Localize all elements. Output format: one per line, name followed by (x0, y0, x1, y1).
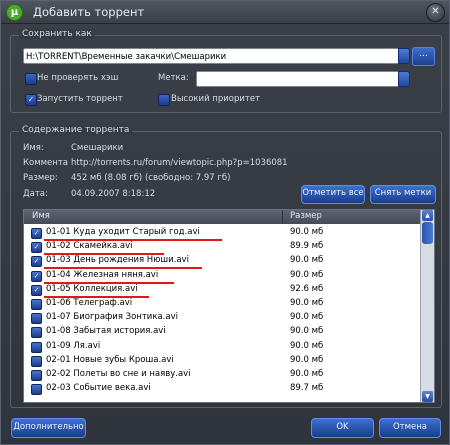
file-size: 90.0 мб (290, 354, 324, 365)
ok-button[interactable]: OK (311, 418, 374, 438)
file-name: 01-04 Железная няня.avi (46, 269, 159, 280)
file-size: 90.0 мб (290, 298, 324, 308)
file-checkbox[interactable]: ✓ (31, 228, 42, 239)
file-row[interactable]: 02-01 Новые зубы Кроша.avi 90.0 мб (24, 354, 420, 368)
file-row[interactable]: ✓ 01-04 Железная няня.avi 90.0 мб (24, 269, 420, 284)
file-name: 01-07 Биография Зонтика.avi (46, 312, 178, 323)
cancel-button[interactable]: Отмена (379, 418, 441, 438)
browse-button[interactable]: ... (412, 47, 435, 66)
file-checkbox[interactable]: ✓ (31, 256, 42, 268)
file-checkbox[interactable]: ✓ (31, 284, 42, 296)
path-dropdown-button[interactable] (398, 48, 410, 64)
column-name-header[interactable]: Имя (32, 211, 50, 221)
start-torrent-label: Запустить торрент (37, 94, 123, 104)
file-checkbox[interactable] (31, 355, 42, 367)
file-checkbox[interactable] (31, 313, 42, 325)
file-name: 01-01 Куда уходит Старый год.avi (46, 227, 200, 237)
title-bar: µ Добавить торрент ✕ (1, 1, 449, 24)
file-name: 01-02 Скамейка.avi (46, 241, 133, 252)
file-size: 92.6 мб (290, 283, 324, 294)
save-as-legend: Сохранить как (19, 29, 95, 39)
file-checkbox[interactable] (31, 299, 42, 310)
high-priority-label: Высокий приоритет (171, 94, 261, 104)
file-row[interactable]: 01-08 Забытая история.avi 90.0 мб (24, 325, 420, 339)
scroll-up-arrow-icon[interactable]: ▲ (422, 210, 433, 221)
window-title: Добавить торрент (33, 5, 145, 19)
file-size: 89.7 мб (290, 383, 324, 394)
file-size: 90.0 мб (290, 340, 324, 351)
name-label: Имя: (23, 143, 44, 153)
file-size: 90.0 мб (290, 227, 324, 237)
file-size: 90.0 мб (290, 326, 324, 337)
add-torrent-dialog: µ Добавить торрент ✕ Сохранить как H:\TO… (0, 0, 450, 445)
save-path-input[interactable]: H:\TORRENT\Временные закачки\Смешарики (23, 48, 401, 64)
file-checkbox[interactable]: ✓ (31, 242, 42, 254)
tag-input[interactable] (196, 71, 402, 87)
file-name: 02-03 Событие века.avi (46, 383, 151, 394)
skip-hash-label: Не проверять хэш (37, 73, 119, 83)
comment-value: http://torrents.ru/forum/viewtopic.php?p… (71, 158, 288, 168)
date-value: 04.09.2007 8:18:12 (71, 189, 156, 199)
size-value: 452 мб (8.08 гб) (свободно: 7.97 гб) (71, 173, 231, 183)
name-value: Смешарики (71, 143, 124, 153)
file-size: 90.0 мб (290, 312, 324, 323)
file-row[interactable]: ✓ 01-02 Скамейка.avi 89.9 мб (24, 240, 420, 256)
file-size: 90.0 мб (290, 369, 324, 379)
tag-label: Метка: (158, 73, 189, 83)
file-list: Имя Размер ✓ 01-01 Куда уходит Старый год… (23, 209, 435, 403)
file-name: 01-09 Ля.avi (46, 340, 101, 351)
file-name: 02-02 Полеты во сне и наяву.avi (46, 369, 191, 379)
file-row[interactable]: 02-02 Полеты во сне и наяву.avi 90.0 мб (24, 368, 420, 382)
file-checkbox[interactable] (31, 341, 42, 353)
scroll-thumb[interactable] (422, 222, 433, 244)
file-list-header: Имя Размер (24, 210, 420, 224)
column-divider[interactable] (282, 210, 283, 224)
file-name: 01-03 День рождения Нюши.avi (46, 255, 189, 266)
file-name: 01-05 Коллекция.avi (46, 283, 138, 294)
file-size: 90.0 мб (290, 269, 324, 280)
size-label: Размер: (23, 173, 58, 183)
date-label: Дата: (23, 189, 48, 199)
file-row[interactable]: ✓ 01-01 Куда уходит Старый год.avi 90.0 мб (24, 226, 420, 241)
file-row[interactable]: ✓ 01-05 Коллекция.avi 92.6 мб (24, 283, 420, 298)
file-row[interactable]: ✓ 01-03 День рождения Нюши.avi 90.0 мб (24, 254, 420, 270)
close-button[interactable]: ✕ (426, 3, 445, 22)
file-row[interactable]: 01-07 Биография Зонтика.avi 90.0 мб (24, 311, 420, 325)
file-size: 90.0 мб (290, 255, 324, 266)
file-checkbox[interactable]: ✓ (31, 270, 42, 282)
file-row[interactable]: 01-09 Ля.avi 90.0 мб (24, 340, 420, 354)
start-torrent-checkbox[interactable]: ✓ (25, 94, 37, 106)
file-checkbox[interactable] (31, 384, 42, 396)
torrent-contents-legend: Содержание торрента (19, 125, 133, 135)
advanced-button[interactable]: Дополнительно (11, 418, 86, 438)
file-row[interactable]: 01-06 Телеграф.avi 90.0 мб (24, 297, 420, 311)
file-size: 89.9 мб (290, 241, 324, 252)
file-checkbox[interactable] (31, 327, 42, 339)
skip-hash-checkbox[interactable] (25, 73, 37, 85)
mark-all-button[interactable]: Отметить все (301, 185, 365, 204)
column-size-header[interactable]: Размер (290, 211, 322, 221)
high-priority-checkbox[interactable] (158, 94, 170, 106)
file-name: 02-01 Новые зубы Кроша.avi (46, 354, 174, 365)
scroll-down-arrow-icon[interactable]: ▼ (422, 391, 433, 402)
file-checkbox[interactable] (31, 370, 42, 381)
file-row[interactable]: 02-03 Событие века.avi 89.7 мб (24, 382, 420, 396)
utorrent-logo-icon: µ (6, 4, 23, 21)
file-name: 01-08 Забытая история.avi (46, 326, 166, 337)
unmark-all-button[interactable]: Снять метки (370, 185, 436, 204)
comment-label: Коммента (23, 158, 69, 168)
file-list-scrollbar[interactable]: ▲ ▼ (420, 210, 434, 402)
tag-dropdown-button[interactable] (398, 71, 410, 87)
file-name: 01-06 Телеграф.avi (46, 298, 133, 308)
